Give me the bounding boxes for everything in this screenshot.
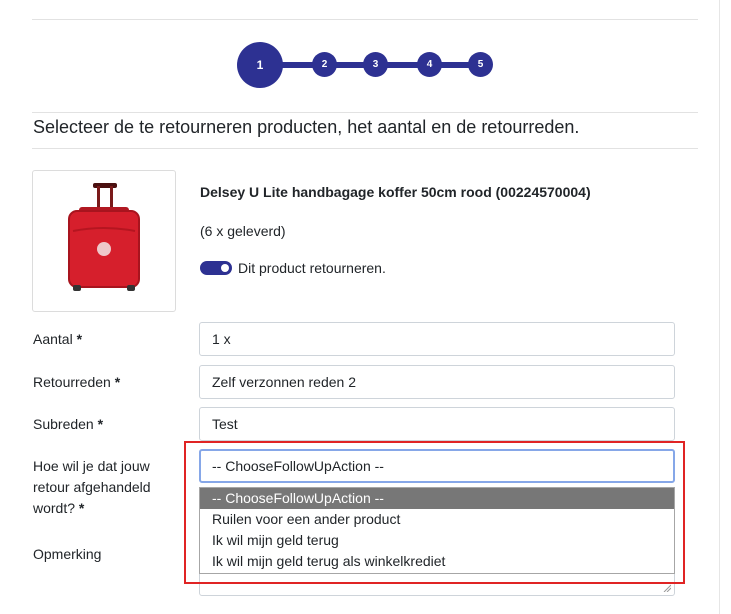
product-name: Delsey U Lite handbagage koffer 50cm roo… [200,184,591,200]
return-product-toggle[interactable] [200,261,232,275]
progress-stepper: 1 2 3 4 5 [237,42,495,88]
return-product-toggle-label: Dit product retourneren. [238,260,386,276]
followup-label: Hoe wil je dat jouw retour afgehandeld w… [33,458,151,516]
reason-label: Retourreden * [33,374,121,390]
annotation-highlight-box [184,441,685,584]
resize-handle-icon[interactable] [663,584,671,592]
subreason-label: Subreden * [33,416,104,432]
reason-select[interactable]: Zelf verzonnen reden 2 [199,365,675,399]
product-image [32,170,176,312]
product-delivered-count: (6 x geleverd) [200,223,286,239]
divider-top [32,19,698,20]
step-4: 4 [417,52,442,77]
toggle-knob [221,264,229,272]
divider-title-bottom [32,148,698,149]
suitcase-icon [68,183,140,291]
subreason-select[interactable]: Test [199,407,675,441]
quantity-label: Aantal * [33,331,83,347]
step-1: 1 [237,42,283,88]
quantity-select[interactable]: 1 x [199,322,675,356]
section-title: Selecteer de te retourneren producten, h… [33,117,580,137]
remark-label: Opmerking [33,546,102,562]
content-border [719,0,720,614]
step-3: 3 [363,52,388,77]
step-2: 2 [312,52,337,77]
divider-title-top [32,112,698,113]
step-5: 5 [468,52,493,77]
